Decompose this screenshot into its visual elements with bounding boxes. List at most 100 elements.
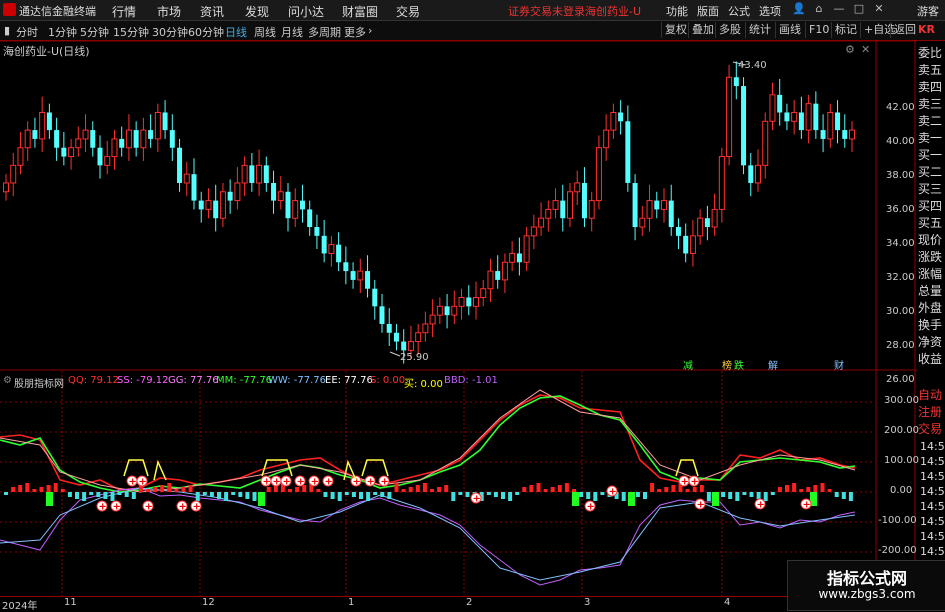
menu-discover[interactable]: 发现 (245, 3, 269, 20)
tab-60min[interactable]: 60分钟 (188, 24, 224, 40)
tag-finance[interactable]: 财 (834, 359, 844, 372)
candle-body (125, 129, 132, 149)
candle-body (393, 332, 399, 342)
tab-more[interactable]: 更多 (344, 24, 366, 40)
settings-gear-icon[interactable]: ⚙ (845, 43, 855, 56)
candle-body (183, 173, 190, 184)
tab-daily[interactable]: 日线 (225, 24, 247, 40)
indicator-bar (827, 489, 832, 492)
candle-body (552, 200, 559, 210)
candle-body (32, 130, 38, 139)
menu-ask[interactable]: 问小达 (288, 3, 324, 20)
user-icon[interactable]: 👤 (792, 2, 806, 16)
menu-options[interactable]: 选项 (759, 3, 781, 19)
candle-body (263, 165, 269, 183)
plus-signal-glyph: + (297, 477, 305, 488)
candle-body (473, 297, 479, 307)
tab-intraday[interactable]: 分时 (16, 24, 38, 40)
menu-formula[interactable]: 公式 (728, 3, 750, 19)
tab-weekly[interactable]: 周线 (254, 24, 276, 40)
minimize-icon[interactable]: — (832, 2, 846, 16)
plus-signal-glyph: + (353, 477, 361, 488)
side-register[interactable]: 注册 (918, 403, 945, 420)
tag-fall[interactable]: 跌 (734, 359, 744, 372)
overlay-button[interactable]: 叠加 (688, 22, 717, 38)
menu-market[interactable]: 市场 (157, 3, 181, 20)
menu-quotes[interactable]: 行情 (112, 3, 136, 20)
menu-trade[interactable]: 交易 (396, 3, 420, 20)
plus-signal-glyph: + (681, 477, 689, 488)
indicator-bar (82, 492, 87, 501)
candle-body (530, 226, 537, 237)
menu-wealth[interactable]: 财富圈 (342, 3, 378, 20)
indicator-value: QQ: 79.12 (68, 375, 119, 386)
date-tick: 11 (64, 597, 77, 608)
notify-icon[interactable]: ⌂ (812, 2, 826, 16)
indicator-bar (209, 492, 214, 497)
login-warning[interactable]: 证券交易未登录 (508, 3, 585, 19)
time-cell: 14:56 (920, 485, 945, 498)
time-cell: 14:56 (920, 545, 945, 558)
indicator-bar (131, 492, 136, 499)
tab-15min[interactable]: 15分钟 (113, 24, 149, 40)
plus-signal-glyph: + (691, 477, 699, 488)
candle-body (191, 174, 197, 201)
candle-body (97, 147, 103, 166)
back-button[interactable]: 返回 (890, 22, 919, 38)
candle-body (784, 112, 790, 122)
mark-button[interactable]: 标记 (831, 22, 860, 38)
tag-unlock[interactable]: 解 (768, 359, 778, 372)
tab-5min[interactable]: 5分钟 (80, 24, 109, 40)
indicator-tick: 0.00 (890, 485, 913, 496)
chart-close-icon[interactable]: ✕ (861, 43, 870, 56)
candle-body (509, 252, 516, 263)
candle-body (292, 200, 299, 219)
draw-line-button[interactable]: 画线 (775, 22, 804, 38)
multi-stock-button[interactable]: 多股 (715, 22, 744, 38)
candle-body (436, 305, 443, 316)
tag-reduce[interactable]: 减 (683, 360, 693, 372)
candle-body (813, 103, 819, 131)
indicator-bar (600, 492, 605, 495)
indicator-bar (635, 492, 640, 497)
candle-body (661, 200, 667, 210)
tag-list[interactable]: 榜 (722, 359, 732, 372)
date-tick: 2 (466, 597, 473, 608)
side-item: 现价 (918, 233, 943, 247)
app-title: 通达信金融终端 (19, 5, 96, 18)
side-auto[interactable]: 自动 (918, 386, 945, 403)
indicator-tick: 100.00 (884, 455, 919, 466)
more-chevron-icon[interactable]: › (368, 24, 372, 37)
guest-label[interactable]: 游客 (917, 3, 939, 19)
candle-body (336, 244, 342, 263)
menu-news[interactable]: 资讯 (200, 3, 224, 20)
tab-30min[interactable]: 30分钟 (152, 24, 188, 40)
time-cell: 14:56 (920, 455, 945, 468)
indicator-tick: 200.00 (884, 425, 919, 436)
close-icon[interactable]: ✕ (872, 2, 886, 16)
indicator-name[interactable]: 股朋指标网 (14, 375, 64, 390)
period-toolbar: ▮ 分时 1分钟 5分钟 15分钟 30分钟 60分钟 日线 周线 月线 多周期… (0, 21, 945, 41)
candle-body (219, 191, 226, 219)
side-trade[interactable]: 交易 (918, 420, 945, 437)
indicator-bar (89, 492, 94, 495)
indicator-gear-icon[interactable]: ⚙ (3, 375, 12, 386)
kr-badge[interactable]: KR (918, 23, 935, 36)
restore-rights-button[interactable]: 复权 (661, 22, 690, 38)
maximize-icon[interactable]: □ (852, 2, 866, 16)
tab-monthly[interactable]: 月线 (281, 24, 303, 40)
indicator-bar (671, 485, 676, 492)
menu-layout[interactable]: 版面 (697, 3, 719, 19)
plus-signal-glyph: + (803, 500, 811, 511)
tab-1min[interactable]: 1分钟 (48, 24, 77, 40)
candle-body (154, 111, 161, 140)
statistics-button[interactable]: 统计 (745, 22, 774, 38)
indicator-bar (529, 485, 534, 492)
candle-body (314, 227, 320, 236)
indicator-bar (160, 485, 165, 492)
f10-button[interactable]: F10 (805, 22, 832, 38)
candle-body (574, 182, 581, 193)
menu-function[interactable]: 功能 (666, 3, 688, 19)
indicator-bar (543, 489, 548, 492)
tab-multi-period[interactable]: 多周期 (308, 24, 341, 40)
